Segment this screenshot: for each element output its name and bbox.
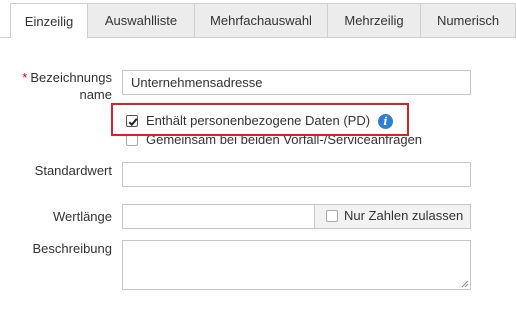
tab-bar: Einzeilig Auswahlliste Mehrfachauswahl M… [0,0,516,38]
value-length-label: Wertlänge [52,209,112,224]
pii-checkbox-label: Enthält personenbezogene Daten (PD) [146,113,371,128]
resize-grip-icon[interactable] [461,280,469,288]
name-label-text: Bezeichnungsname [30,70,112,102]
checkmark-icon [128,118,138,127]
description-textarea[interactable] [122,240,471,290]
default-value-label: Standardwert [34,163,112,178]
shared-checkbox[interactable] [126,134,138,146]
numbers-only-checkbox[interactable] [326,210,338,222]
name-input[interactable] [122,70,471,95]
tab-auswahlliste[interactable]: Auswahlliste [87,3,195,37]
tab-mehrfachauswahl[interactable]: Mehrfachauswahl [194,3,328,37]
value-length-input[interactable] [122,204,315,229]
required-marker: * [22,70,28,85]
description-label: Beschreibung [32,241,113,256]
info-icon[interactable]: i [378,114,393,129]
numbers-only-label: Nur Zahlen zulassen [344,208,464,223]
shared-checkbox-label: Gemeinsam bei beiden Vorfall-/Serviceanf… [146,132,423,147]
tab-numerisch[interactable]: Numerisch [420,3,516,37]
pii-checkbox[interactable] [126,115,138,127]
default-value-input[interactable] [122,162,471,187]
tab-einzeilig[interactable]: Einzeilig [10,3,88,38]
tab-mehrzeilig[interactable]: Mehrzeilig [327,3,421,37]
name-label: * Bezeichnungsname [20,69,112,103]
